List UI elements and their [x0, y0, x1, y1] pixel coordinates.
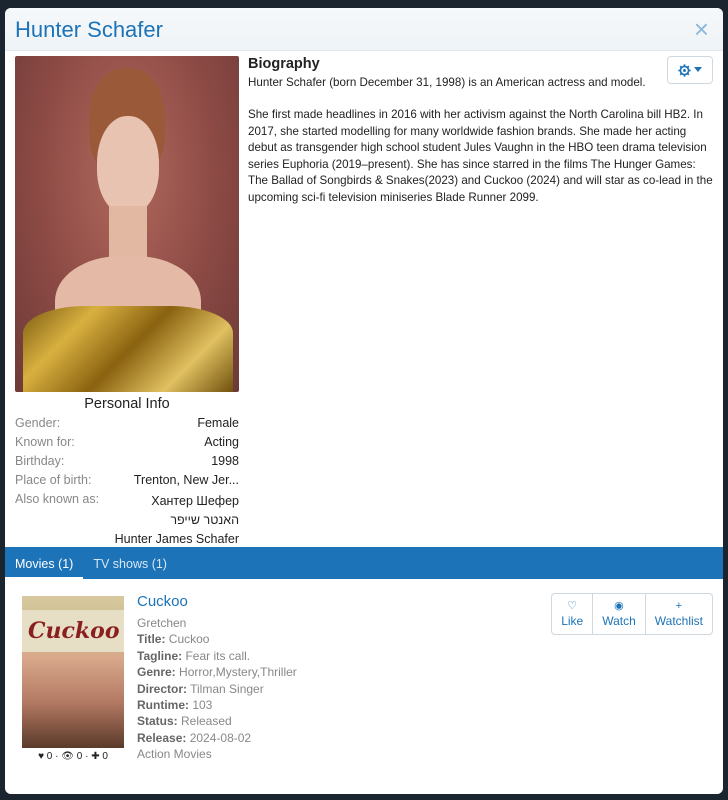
heart-icon: ♡ [567, 600, 578, 612]
birthday-label: Birthday: [15, 454, 65, 468]
movie-info: Cuckoo Gretchen Title: Cuckoo Tagline: F… [137, 593, 537, 763]
movie-field: Release: 2024-08-02 [137, 730, 252, 745]
settings-dropdown-button[interactable] [667, 56, 713, 84]
biography-heading: Biography [248, 56, 320, 72]
watch-label: Watch [602, 614, 636, 628]
personal-info: Personal Info Gender: Female Known for: … [15, 396, 239, 549]
tab-tv-shows[interactable]: TV shows (1) [83, 549, 177, 579]
heart-icon: ♥ [38, 751, 44, 762]
movie-field: Status: Released [137, 714, 232, 729]
biography-paragraph: Hunter Schafer (born December 31, 1998) … [248, 75, 646, 89]
movie-character: Gretchen [137, 616, 187, 630]
gender-row: Gender: Female [15, 416, 239, 435]
like-button[interactable]: ♡ Like [552, 594, 594, 634]
person-details: Personal Info Gender: Female Known for: … [5, 51, 723, 547]
aka-name: האנטר שייפר [170, 513, 239, 527]
eye-icon: 👁 [61, 751, 74, 762]
movie-field: Genre: Horror,Mystery,Thriller [137, 665, 297, 680]
gear-icon [678, 63, 691, 77]
movie-field: Title: Cuckoo [137, 632, 210, 647]
watchlist-label: Watchlist [654, 614, 703, 628]
plus-icon: ✚ [91, 751, 100, 762]
modal-title: Hunter Schafer [15, 17, 163, 42]
birthplace-label: Place of birth: [15, 473, 92, 487]
birthday-value: 1998 [211, 454, 239, 468]
tab-movies[interactable]: Movies (1) [5, 549, 84, 579]
watchlist-count: 0 [102, 751, 108, 762]
person-modal: Hunter Schafer × Personal Info Gender: F… [5, 8, 723, 794]
movie-field: Runtime: 103 [137, 698, 213, 713]
watch-button[interactable]: ◉ Watch [593, 594, 646, 634]
personal-info-heading: Personal Info [84, 396, 170, 412]
photo-dress [23, 306, 233, 392]
biography-paragraph: She first made headlines in 2016 with he… [248, 108, 713, 204]
aka-values: Хантер Шефер האנטר שייפר Hunter James Sc… [115, 492, 239, 549]
known-for-label: Known for: [15, 435, 75, 449]
watchlist-button[interactable]: + Watchlist [646, 594, 712, 634]
known-for-value: Acting [204, 435, 239, 449]
gender-value: Female [197, 416, 239, 430]
biography: Biography Hunter Schafer (born December … [248, 56, 713, 222]
movie-list: Action Movies [137, 747, 212, 762]
aka-label: Also known as: [15, 492, 100, 506]
movie-field: Director: Tilman Singer [137, 681, 264, 696]
birthplace-row: Place of birth: Trenton, New Jer... [15, 473, 239, 492]
movie-field: Tagline: Fear its call. [137, 648, 251, 663]
movie-actions: ♡ Like ◉ Watch + Watchlist [551, 593, 713, 635]
like-label: Like [561, 614, 584, 628]
movie-poster[interactable]: Cuckoo [22, 596, 124, 748]
plus-icon: + [675, 600, 683, 612]
aka-name: Хантер Шефер [151, 494, 239, 508]
poster-title-logo: Cuckoo [28, 618, 120, 644]
aka-row: Also known as: Хантер Шефер האנטר שייפר … [15, 492, 239, 549]
known-for-row: Known for: Acting [15, 435, 239, 454]
modal-header: Hunter Schafer × [5, 8, 723, 51]
birthplace-value: Trenton, New Jer... [133, 473, 239, 487]
like-count: 0 [46, 751, 53, 762]
profile-photo [15, 56, 239, 392]
birthday-row: Birthday: 1998 [15, 454, 239, 473]
aka-name: Hunter James Schafer [114, 532, 239, 546]
close-icon[interactable]: × [694, 16, 713, 42]
movie-credit: Cuckoo ♥ 0 · 👁 0 · ✚ 0 Cuckoo Gretchen T… [5, 579, 723, 791]
photo-face [97, 116, 159, 214]
movie-title-link[interactable]: Cuckoo [137, 593, 537, 611]
watch-count: 0 [76, 751, 83, 762]
credits-tabs: Movies (1) TV shows (1) [5, 547, 723, 579]
eye-icon: ◉ [614, 600, 624, 612]
caret-down-icon [694, 67, 702, 72]
gender-label: Gender: [15, 416, 61, 430]
movie-stats: ♥ 0 · 👁 0 · ✚ 0 [38, 751, 108, 762]
